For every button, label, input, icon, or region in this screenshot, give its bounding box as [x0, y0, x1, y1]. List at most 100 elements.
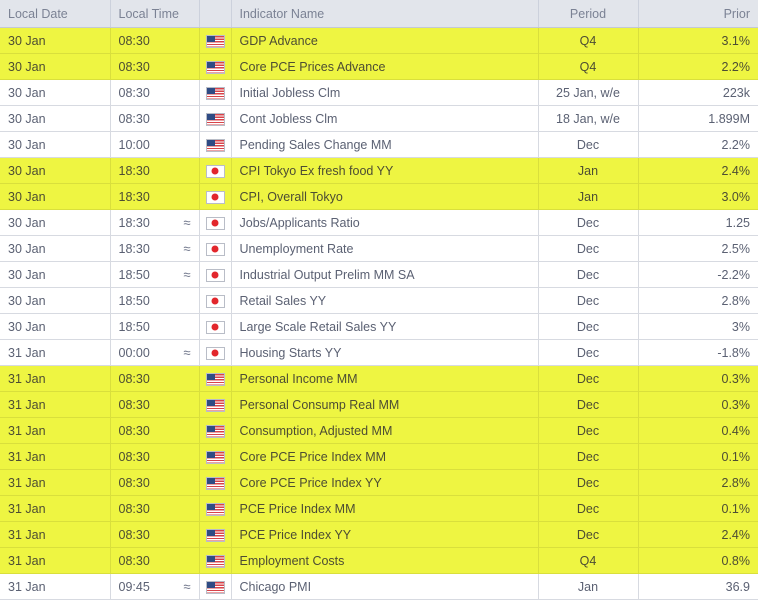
- table-row[interactable]: 30 Jan 18:50 ≈ Industrial Output Prelim MM …: [0, 261, 758, 288]
- table-row[interactable]: 31 Jan 09:45 ≈ Chicago PMI Jan 36.9: [0, 573, 758, 600]
- local-time-label: 08:30: [118, 423, 150, 438]
- cell-local-time: 08:30: [110, 79, 200, 106]
- time-wrap: 00:00 ≈: [111, 340, 199, 365]
- cell-local-date: 31 Jan: [0, 391, 111, 418]
- cell-local-time: 18:30 ≈: [110, 235, 200, 262]
- table-row[interactable]: 30 Jan 18:50 Retail Sales YY Dec 2.8%: [0, 287, 758, 314]
- table-row[interactable]: 31 Jan 08:30 Personal Consump Real MM Dec 0.…: [0, 391, 758, 418]
- flag-japan-icon: [205, 320, 225, 334]
- cell-indicator-name[interactable]: Large Scale Retail Sales YY: [231, 313, 539, 340]
- cell-period: Dec: [538, 417, 639, 444]
- cell-indicator-name[interactable]: Personal Income MM: [231, 365, 539, 392]
- local-time-label: 09:45: [118, 579, 150, 594]
- table-row[interactable]: 31 Jan 08:30 Core PCE Price Index MM Dec 0.1…: [0, 443, 758, 470]
- cell-country-flag: [199, 469, 232, 496]
- cell-prior-value: 0.3%: [638, 365, 758, 392]
- flag-united-states-icon: [205, 34, 225, 48]
- time-wrap: 08:30: [111, 444, 199, 469]
- time-wrap: 18:30: [111, 158, 199, 183]
- table-row[interactable]: 30 Jan 08:30 GDP Advance Q4 3.1%: [0, 27, 758, 54]
- cell-period: Dec: [538, 287, 639, 314]
- table-row[interactable]: 30 Jan 18:30 CPI, Overall Tokyo Jan 3.0%: [0, 183, 758, 210]
- flag-united-states-icon: [205, 138, 225, 152]
- cell-indicator-name[interactable]: Industrial Output Prelim MM SA: [231, 261, 539, 288]
- cell-country-flag: [199, 287, 232, 314]
- cell-country-flag: [199, 547, 232, 574]
- table-row[interactable]: 31 Jan 08:30 Consumption, Adjusted MM Dec 0.…: [0, 417, 758, 444]
- table-row[interactable]: 30 Jan 18:30 ≈ Jobs/Applicants Ratio Dec 1.25: [0, 209, 758, 236]
- cell-indicator-name[interactable]: Housing Starts YY: [231, 339, 539, 366]
- cell-indicator-name[interactable]: CPI, Overall Tokyo: [231, 183, 539, 210]
- flag-united-states-icon: [205, 450, 225, 464]
- table-row[interactable]: 30 Jan 08:30 Core PCE Prices Advance Q4 2.2%: [0, 53, 758, 80]
- cell-indicator-name[interactable]: Core PCE Prices Advance: [231, 53, 539, 80]
- column-header-country-flag[interactable]: [199, 0, 232, 28]
- cell-indicator-name[interactable]: CPI Tokyo Ex fresh food YY: [231, 157, 539, 184]
- flag-united-states-icon: [205, 502, 225, 516]
- local-time-label: 08:30: [118, 85, 150, 100]
- cell-indicator-name[interactable]: GDP Advance: [231, 27, 539, 54]
- cell-indicator-name[interactable]: Chicago PMI: [231, 573, 539, 600]
- cell-indicator-name[interactable]: Jobs/Applicants Ratio: [231, 209, 539, 236]
- time-wrap: 18:30 ≈: [111, 210, 199, 235]
- cell-indicator-name[interactable]: Unemployment Rate: [231, 235, 539, 262]
- cell-local-time: 18:30 ≈: [110, 209, 200, 236]
- table-row[interactable]: 30 Jan 18:50 Large Scale Retail Sales YY De…: [0, 313, 758, 340]
- approximate-time-icon: ≈: [183, 579, 191, 594]
- cell-local-time: 08:30: [110, 53, 200, 80]
- cell-local-date: 30 Jan: [0, 79, 111, 106]
- cell-country-flag: [199, 417, 232, 444]
- cell-local-date: 31 Jan: [0, 443, 111, 470]
- cell-indicator-name[interactable]: Core PCE Price Index MM: [231, 443, 539, 470]
- cell-local-time: 18:30: [110, 183, 200, 210]
- cell-local-date: 31 Jan: [0, 365, 111, 392]
- cell-period: Q4: [538, 547, 639, 574]
- approximate-time-icon: ≈: [183, 267, 191, 282]
- cell-local-time: 08:30: [110, 391, 200, 418]
- cell-local-time: 09:45 ≈: [110, 573, 200, 600]
- cell-indicator-name[interactable]: Personal Consump Real MM: [231, 391, 539, 418]
- column-header-local-date[interactable]: Local Date: [0, 0, 111, 28]
- table-row[interactable]: 30 Jan 10:00 Pending Sales Change MM Dec 2.2…: [0, 131, 758, 158]
- cell-indicator-name[interactable]: Pending Sales Change MM: [231, 131, 539, 158]
- cell-indicator-name[interactable]: PCE Price Index YY: [231, 521, 539, 548]
- time-wrap: 08:30: [111, 366, 199, 391]
- table-row[interactable]: 31 Jan 08:30 Employment Costs Q4 0.8%: [0, 547, 758, 574]
- cell-prior-value: 2.8%: [638, 469, 758, 496]
- cell-indicator-name[interactable]: Employment Costs: [231, 547, 539, 574]
- cell-indicator-name[interactable]: Retail Sales YY: [231, 287, 539, 314]
- cell-country-flag: [199, 27, 232, 54]
- table-row[interactable]: 30 Jan 18:30 CPI Tokyo Ex fresh food YY Jan…: [0, 157, 758, 184]
- cell-indicator-name[interactable]: Core PCE Price Index YY: [231, 469, 539, 496]
- column-header-prior[interactable]: Prior: [638, 0, 758, 28]
- cell-prior-value: 3%: [638, 313, 758, 340]
- cell-local-time: 08:30: [110, 365, 200, 392]
- table-row[interactable]: 31 Jan 08:30 Core PCE Price Index YY Dec 2.8…: [0, 469, 758, 496]
- cell-prior-value: 0.1%: [638, 495, 758, 522]
- cell-local-time: 08:30: [110, 495, 200, 522]
- cell-indicator-name[interactable]: Consumption, Adjusted MM: [231, 417, 539, 444]
- column-header-period[interactable]: Period: [538, 0, 639, 28]
- table-row[interactable]: 31 Jan 08:30 PCE Price Index MM Dec 0.1%: [0, 495, 758, 522]
- table-row[interactable]: 31 Jan 00:00 ≈ Housing Starts YY Dec -1.8%: [0, 339, 758, 366]
- table-row[interactable]: 30 Jan 08:30 Cont Jobless Clm 18 Jan, w/e 1.…: [0, 105, 758, 132]
- cell-local-date: 30 Jan: [0, 53, 111, 80]
- time-wrap: 18:50: [111, 288, 199, 313]
- cell-local-time: 08:30: [110, 105, 200, 132]
- cell-country-flag: [199, 443, 232, 470]
- cell-indicator-name[interactable]: Initial Jobless Clm: [231, 79, 539, 106]
- table-row[interactable]: 31 Jan 08:30 Personal Income MM Dec 0.3%: [0, 365, 758, 392]
- flag-united-states-icon: [205, 554, 225, 568]
- column-header-indicator-name[interactable]: Indicator Name: [231, 0, 539, 28]
- cell-local-date: 30 Jan: [0, 105, 111, 132]
- table-row[interactable]: 30 Jan 18:30 ≈ Unemployment Rate Dec 2.5%: [0, 235, 758, 262]
- cell-indicator-name[interactable]: PCE Price Index MM: [231, 495, 539, 522]
- column-header-local-time[interactable]: Local Time: [110, 0, 200, 28]
- cell-indicator-name[interactable]: Cont Jobless Clm: [231, 105, 539, 132]
- economic-calendar-table: Local Date Local Time Indicator Name Per…: [0, 0, 758, 600]
- cell-country-flag: [199, 339, 232, 366]
- table-row[interactable]: 30 Jan 08:30 Initial Jobless Clm 25 Jan, w/…: [0, 79, 758, 106]
- table-row[interactable]: 31 Jan 08:30 PCE Price Index YY Dec 2.4%: [0, 521, 758, 548]
- cell-prior-value: 3.1%: [638, 27, 758, 54]
- local-time-label: 08:30: [118, 111, 150, 126]
